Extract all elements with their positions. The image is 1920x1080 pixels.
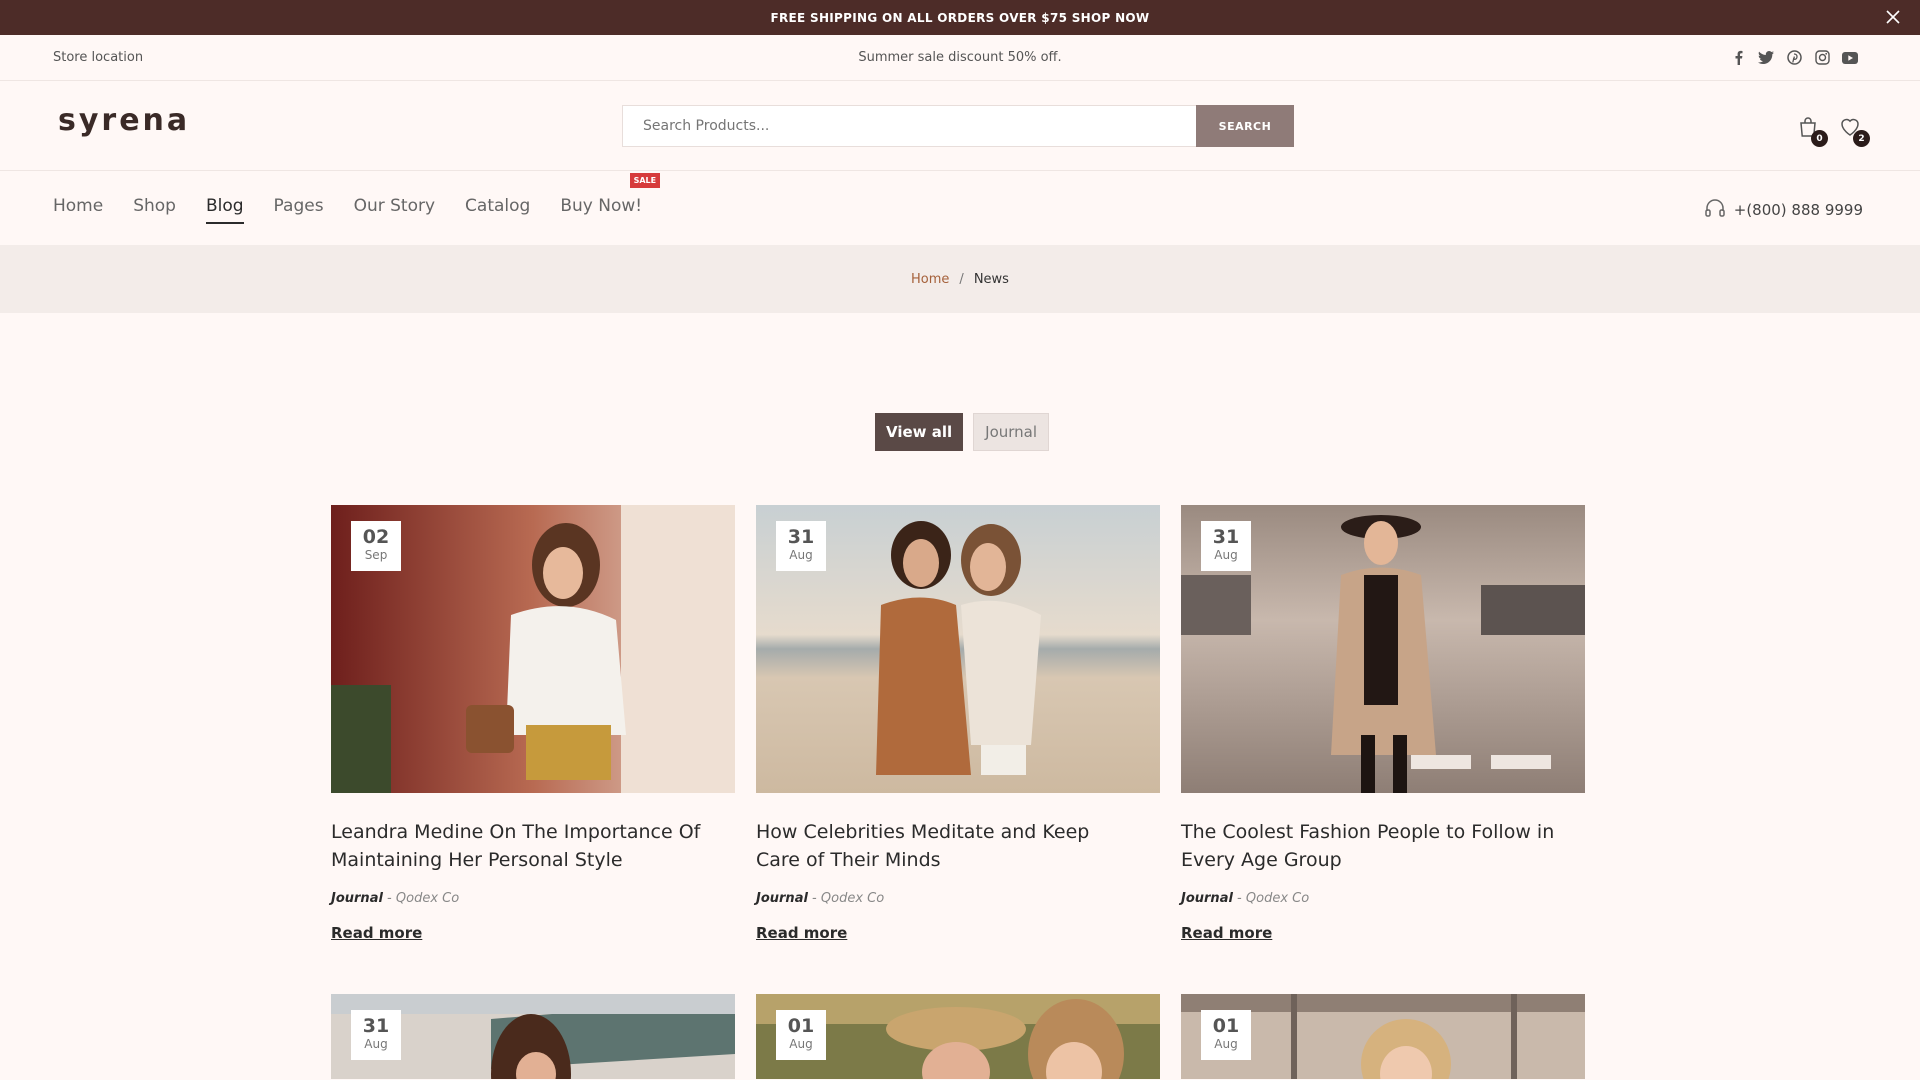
- post-author: Qodex Co: [1245, 891, 1310, 906]
- close-icon[interactable]: [1880, 4, 1906, 30]
- post-date-day: 01: [1212, 1015, 1240, 1037]
- post-date-badge: 01 Aug: [776, 1010, 826, 1060]
- pinterest-icon[interactable]: [1786, 50, 1802, 66]
- post-title-link[interactable]: The Coolest Fashion People to Follow in …: [1181, 818, 1561, 874]
- instagram-icon[interactable]: [1814, 50, 1830, 66]
- post-author: Qodex Co: [395, 891, 460, 906]
- filter-view-all-button[interactable]: View all: [875, 413, 964, 451]
- post-meta: Journal - Qodex Co: [331, 891, 460, 906]
- post-date-day: 01: [787, 1015, 815, 1037]
- header-icons: 0 2: [1796, 115, 1870, 147]
- post-date-month: Aug: [789, 1037, 813, 1051]
- blog-post-card: 01 Aug: [756, 994, 1160, 1079]
- read-more-link[interactable]: Read more: [756, 924, 1160, 942]
- read-more-link[interactable]: Read more: [1181, 924, 1585, 942]
- nav-item-label: Buy Now!: [560, 196, 643, 216]
- post-date-badge: 01 Aug: [1201, 1010, 1251, 1060]
- post-date-day: 31: [362, 1015, 390, 1037]
- nav-item-catalog[interactable]: Catalog: [465, 196, 530, 224]
- post-date-day: 31: [787, 526, 815, 548]
- post-date-day: 31: [1212, 526, 1240, 548]
- nav-item-buy-now[interactable]: Buy Now! SALE: [560, 173, 661, 224]
- breadcrumb: Home / News: [0, 245, 1920, 313]
- post-date-month: Aug: [364, 1037, 388, 1051]
- search-bar: SEARCH: [622, 105, 1294, 147]
- search-button[interactable]: SEARCH: [1196, 105, 1294, 147]
- post-date-month: Aug: [1214, 548, 1238, 562]
- breadcrumb-current: News: [973, 271, 1009, 287]
- post-image[interactable]: 31 Aug: [331, 994, 735, 1079]
- post-title-link[interactable]: How Celebrities Meditate and Keep Care o…: [756, 818, 1136, 874]
- post-image[interactable]: 02 Sep: [331, 505, 735, 793]
- blog-post-card: 02 Sep Leandra Medine On The Importance …: [331, 505, 735, 942]
- post-meta: Journal - Qodex Co: [1181, 891, 1310, 906]
- read-more-link[interactable]: Read more: [331, 924, 735, 942]
- youtube-icon[interactable]: [1842, 50, 1858, 66]
- blog-post-card: 31 Aug: [331, 994, 735, 1079]
- site-header: syrena SEARCH 0 2: [0, 81, 1920, 171]
- main-nav: Home Shop Blog Pages Our Story Catalog B…: [0, 171, 1920, 245]
- phone-number: +(800) 888 9999: [1733, 201, 1863, 219]
- post-meta: Journal - Qodex Co: [756, 891, 885, 906]
- post-date-day: 02: [362, 526, 390, 548]
- post-date-badge: 02 Sep: [351, 521, 401, 571]
- announcement-bar: FREE SHIPPING ON ALL ORDERS OVER $75 SHO…: [0, 0, 1920, 35]
- site-logo[interactable]: syrena: [58, 103, 190, 138]
- post-date-month: Aug: [789, 548, 813, 562]
- cart-count-badge: 0: [1811, 130, 1828, 147]
- post-date-badge: 31 Aug: [1201, 521, 1251, 571]
- post-author: Qodex Co: [820, 891, 885, 906]
- promo-text: Summer sale discount 50% off.: [858, 50, 1062, 65]
- post-category-link[interactable]: Journal: [1181, 891, 1233, 906]
- post-image[interactable]: 31 Aug: [1181, 505, 1585, 793]
- wishlist-count-badge: 2: [1853, 130, 1870, 147]
- nav-item-our-story[interactable]: Our Story: [354, 196, 435, 224]
- twitter-icon[interactable]: [1758, 50, 1774, 66]
- sale-badge: SALE: [629, 173, 661, 188]
- post-category-link[interactable]: Journal: [756, 891, 808, 906]
- cart-button[interactable]: 0: [1796, 115, 1828, 147]
- post-image[interactable]: 01 Aug: [1181, 994, 1585, 1079]
- announcement-text[interactable]: FREE SHIPPING ON ALL ORDERS OVER $75 SHO…: [771, 11, 1150, 25]
- facebook-icon[interactable]: [1730, 50, 1746, 66]
- top-bar: Store location Summer sale discount 50% …: [0, 35, 1920, 81]
- post-image[interactable]: 01 Aug: [756, 994, 1160, 1079]
- nav-item-blog[interactable]: Blog: [205, 196, 244, 224]
- blog-post-card: 01 Aug: [1181, 994, 1585, 1079]
- post-date-badge: 31 Aug: [351, 1010, 401, 1060]
- post-date-badge: 31 Aug: [776, 521, 826, 571]
- headphones-icon: [1704, 198, 1726, 222]
- phone-contact[interactable]: +(800) 888 9999: [1704, 198, 1863, 222]
- nav-item-pages[interactable]: Pages: [274, 196, 324, 224]
- nav-item-shop[interactable]: Shop: [133, 196, 176, 224]
- post-date-month: Sep: [364, 548, 388, 562]
- nav-item-home[interactable]: Home: [53, 196, 103, 224]
- post-date-month: Aug: [1214, 1037, 1238, 1051]
- filter-journal-button[interactable]: Journal: [973, 413, 1050, 451]
- post-image[interactable]: 31 Aug: [756, 505, 1160, 793]
- blog-post-card: 31 Aug The Coolest Fashion People to Fol…: [1181, 505, 1585, 942]
- blog-post-card: 31 Aug How Celebrities Meditate and Keep…: [756, 505, 1160, 942]
- social-links: [1730, 50, 1858, 66]
- post-category-link[interactable]: Journal: [331, 891, 383, 906]
- breadcrumb-home-link[interactable]: Home: [911, 272, 949, 287]
- wishlist-button[interactable]: 2: [1838, 115, 1870, 147]
- blog-filters: View all Journal: [875, 413, 1050, 451]
- post-title-link[interactable]: Leandra Medine On The Importance Of Main…: [331, 818, 711, 874]
- search-input[interactable]: [622, 105, 1196, 147]
- breadcrumb-separator: /: [959, 271, 964, 287]
